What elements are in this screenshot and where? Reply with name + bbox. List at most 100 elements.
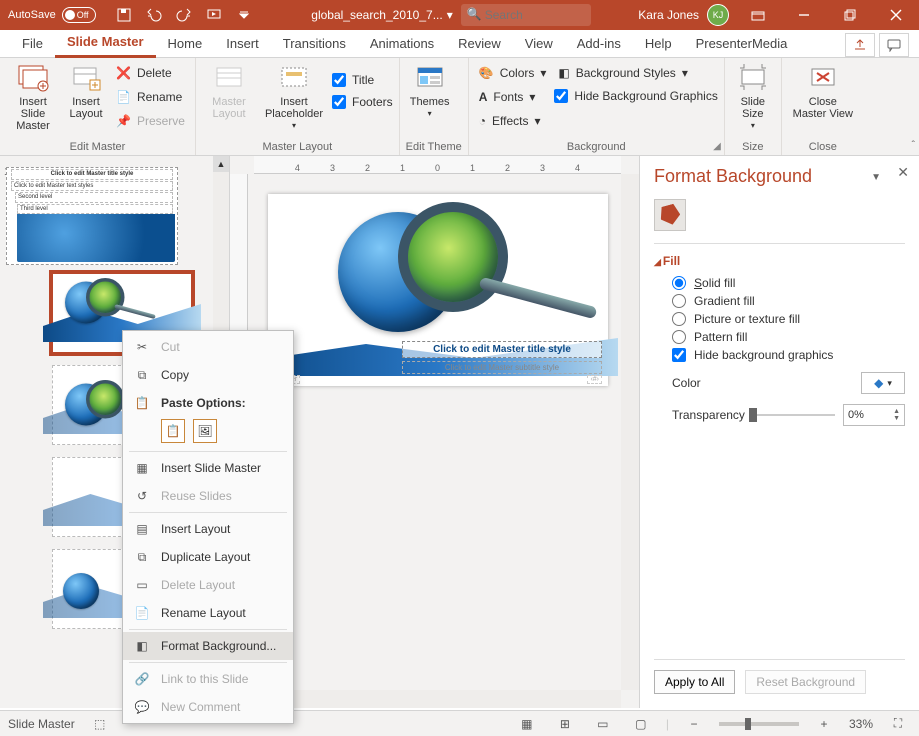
slide-canvas[interactable]: Click to edit Master title style Click t…: [268, 194, 608, 386]
effects-icon: ◔: [479, 114, 486, 128]
tab-help[interactable]: Help: [633, 32, 684, 57]
ribbon: Insert Slide Master Insert Layout ❌Delet…: [0, 58, 919, 156]
insert-placeholder-button[interactable]: Insert Placeholder ▾: [260, 60, 328, 133]
tab-presentermedia[interactable]: PresenterMedia: [684, 32, 800, 57]
collapse-ribbon-icon[interactable]: ˆ: [912, 140, 915, 151]
canvas-hscrollbar[interactable]: [248, 690, 621, 708]
undo-icon[interactable]: [140, 2, 168, 28]
hide-bg-checkbox[interactable]: Hide Background Graphics: [554, 86, 717, 106]
document-title[interactable]: global_search_2010_7... ▾: [311, 8, 452, 22]
zoom-slider[interactable]: [719, 722, 799, 726]
menu-insert-slide-master[interactable]: ▦Insert Slide Master: [123, 454, 293, 482]
zoom-level[interactable]: 33%: [849, 717, 873, 731]
pane-options-icon[interactable]: ▼: [871, 172, 881, 183]
insert-slide-master-button[interactable]: Insert Slide Master: [6, 60, 60, 134]
fill-tab-icon[interactable]: [654, 199, 686, 231]
copy-icon: ⧉: [133, 366, 151, 384]
picture-fill-radio[interactable]: Picture or texture fill: [672, 312, 905, 326]
rename-icon: 📄: [116, 90, 131, 104]
subtitle-placeholder[interactable]: Click to edit Master subtitle style: [402, 361, 602, 374]
delete-button[interactable]: ❌Delete: [112, 62, 189, 84]
fonts-dropdown[interactable]: AFonts▾: [475, 86, 551, 108]
tab-addins[interactable]: Add-ins: [565, 32, 633, 57]
fill-section-header[interactable]: Fill: [654, 254, 905, 268]
accessibility-icon[interactable]: ⬚: [87, 714, 113, 734]
reading-view-icon[interactable]: ▭: [590, 714, 616, 734]
menu-new-comment[interactable]: 💬New Comment: [123, 693, 293, 721]
background-styles-dropdown[interactable]: ◧Background Styles▾: [554, 62, 717, 84]
master-thumbnail[interactable]: Click to edit Master title style Click t…: [6, 167, 178, 265]
window-close-button[interactable]: [873, 0, 919, 30]
themes-button[interactable]: Themes ▾: [406, 60, 454, 121]
dialog-launcher-icon[interactable]: ◢: [713, 141, 721, 152]
pattern-fill-radio[interactable]: Pattern fill: [672, 330, 905, 344]
pane-close-icon[interactable]: ✕: [897, 164, 909, 181]
menu-reuse-slides[interactable]: ↺Reuse Slides: [123, 482, 293, 510]
title-checkbox[interactable]: Title: [332, 70, 393, 90]
hide-bg-checkbox[interactable]: Hide background graphics: [672, 348, 905, 362]
user-area[interactable]: Kara Jones KJ: [638, 4, 735, 26]
save-icon[interactable]: [110, 2, 138, 28]
tab-view[interactable]: View: [513, 32, 565, 57]
effects-dropdown[interactable]: ◔Effects▾: [475, 110, 551, 132]
menu-delete-layout[interactable]: ▭Delete Layout: [123, 571, 293, 599]
normal-view-icon[interactable]: ▦: [514, 714, 540, 734]
comment-icon: 💬: [133, 698, 151, 716]
color-picker-button[interactable]: ◆▾: [861, 372, 905, 394]
paste-use-destination-theme-icon[interactable]: 📋: [161, 419, 185, 443]
slideshow-view-icon[interactable]: ▢: [628, 714, 654, 734]
fit-to-window-icon[interactable]: ⛶: [885, 714, 911, 734]
share-button[interactable]: [845, 33, 875, 57]
solid-fill-radio[interactable]: Solid fill: [672, 276, 905, 290]
menu-insert-layout[interactable]: ▤Insert Layout: [123, 515, 293, 543]
slide-number-placeholder[interactable]: ‹#›: [587, 375, 602, 384]
group-edit-master: Insert Slide Master Insert Layout ❌Delet…: [0, 58, 196, 155]
menu-rename-layout[interactable]: 📄Rename Layout: [123, 599, 293, 627]
autosave-toggle[interactable]: AutoSave Off: [0, 7, 104, 23]
window-minimize-button[interactable]: [781, 0, 827, 30]
transparency-slider[interactable]: [749, 414, 835, 416]
menu-format-background[interactable]: ◧Format Background...: [123, 632, 293, 660]
scroll-up-icon[interactable]: ▲: [213, 156, 229, 172]
menu-duplicate-layout[interactable]: ⧉Duplicate Layout: [123, 543, 293, 571]
colors-dropdown[interactable]: 🎨Colors▾: [475, 62, 551, 84]
preserve-button[interactable]: 📌Preserve: [112, 110, 189, 132]
slide-sorter-view-icon[interactable]: ⊞: [552, 714, 578, 734]
title-placeholder[interactable]: Click to edit Master title style: [402, 341, 602, 358]
footers-checkbox[interactable]: Footers: [332, 92, 393, 112]
transparency-spinner[interactable]: 0%▲▼: [843, 404, 905, 426]
rename-button[interactable]: 📄Rename: [112, 86, 189, 108]
tab-slide-master[interactable]: Slide Master: [55, 30, 156, 58]
tab-insert[interactable]: Insert: [214, 32, 271, 57]
ribbon-display-button[interactable]: [735, 0, 781, 30]
canvas-vscrollbar[interactable]: [621, 174, 639, 690]
gradient-fill-radio[interactable]: Gradient fill: [672, 294, 905, 308]
redo-icon[interactable]: [170, 2, 198, 28]
insert-layout-button[interactable]: Insert Layout: [64, 60, 108, 122]
pane-title: Format Background: [654, 166, 905, 187]
chevron-down-icon: ▾: [428, 110, 432, 119]
slideshow-icon[interactable]: [200, 2, 228, 28]
group-label: Background: [475, 139, 718, 155]
apply-to-all-button[interactable]: Apply to All: [654, 670, 735, 694]
toggle-switch[interactable]: Off: [62, 7, 96, 23]
window-restore-button[interactable]: [827, 0, 873, 30]
tab-transitions[interactable]: Transitions: [271, 32, 358, 57]
comments-button[interactable]: [879, 33, 909, 57]
tab-animations[interactable]: Animations: [358, 32, 446, 57]
slide-size-button[interactable]: Slide Size ▾: [731, 60, 775, 133]
user-avatar[interactable]: KJ: [707, 4, 729, 26]
tab-home[interactable]: Home: [156, 32, 215, 57]
group-master-layout: Master Layout Insert Placeholder ▾ Title…: [196, 58, 400, 155]
qat-customize-icon[interactable]: [230, 2, 258, 28]
zoom-out-icon[interactable]: −: [681, 714, 707, 734]
insert-slide-master-icon: ▦: [133, 459, 151, 477]
menu-copy[interactable]: ⧉Copy: [123, 361, 293, 389]
close-master-view-button[interactable]: Close Master View: [788, 60, 858, 122]
menu-cut[interactable]: ✂Cut: [123, 333, 293, 361]
tab-file[interactable]: File: [10, 32, 55, 57]
menu-link-to-this-slide[interactable]: 🔗Link to this Slide: [123, 665, 293, 693]
tab-review[interactable]: Review: [446, 32, 513, 57]
zoom-in-icon[interactable]: +: [811, 714, 837, 734]
paste-keep-source-formatting-icon[interactable]: 🖼: [193, 419, 217, 443]
